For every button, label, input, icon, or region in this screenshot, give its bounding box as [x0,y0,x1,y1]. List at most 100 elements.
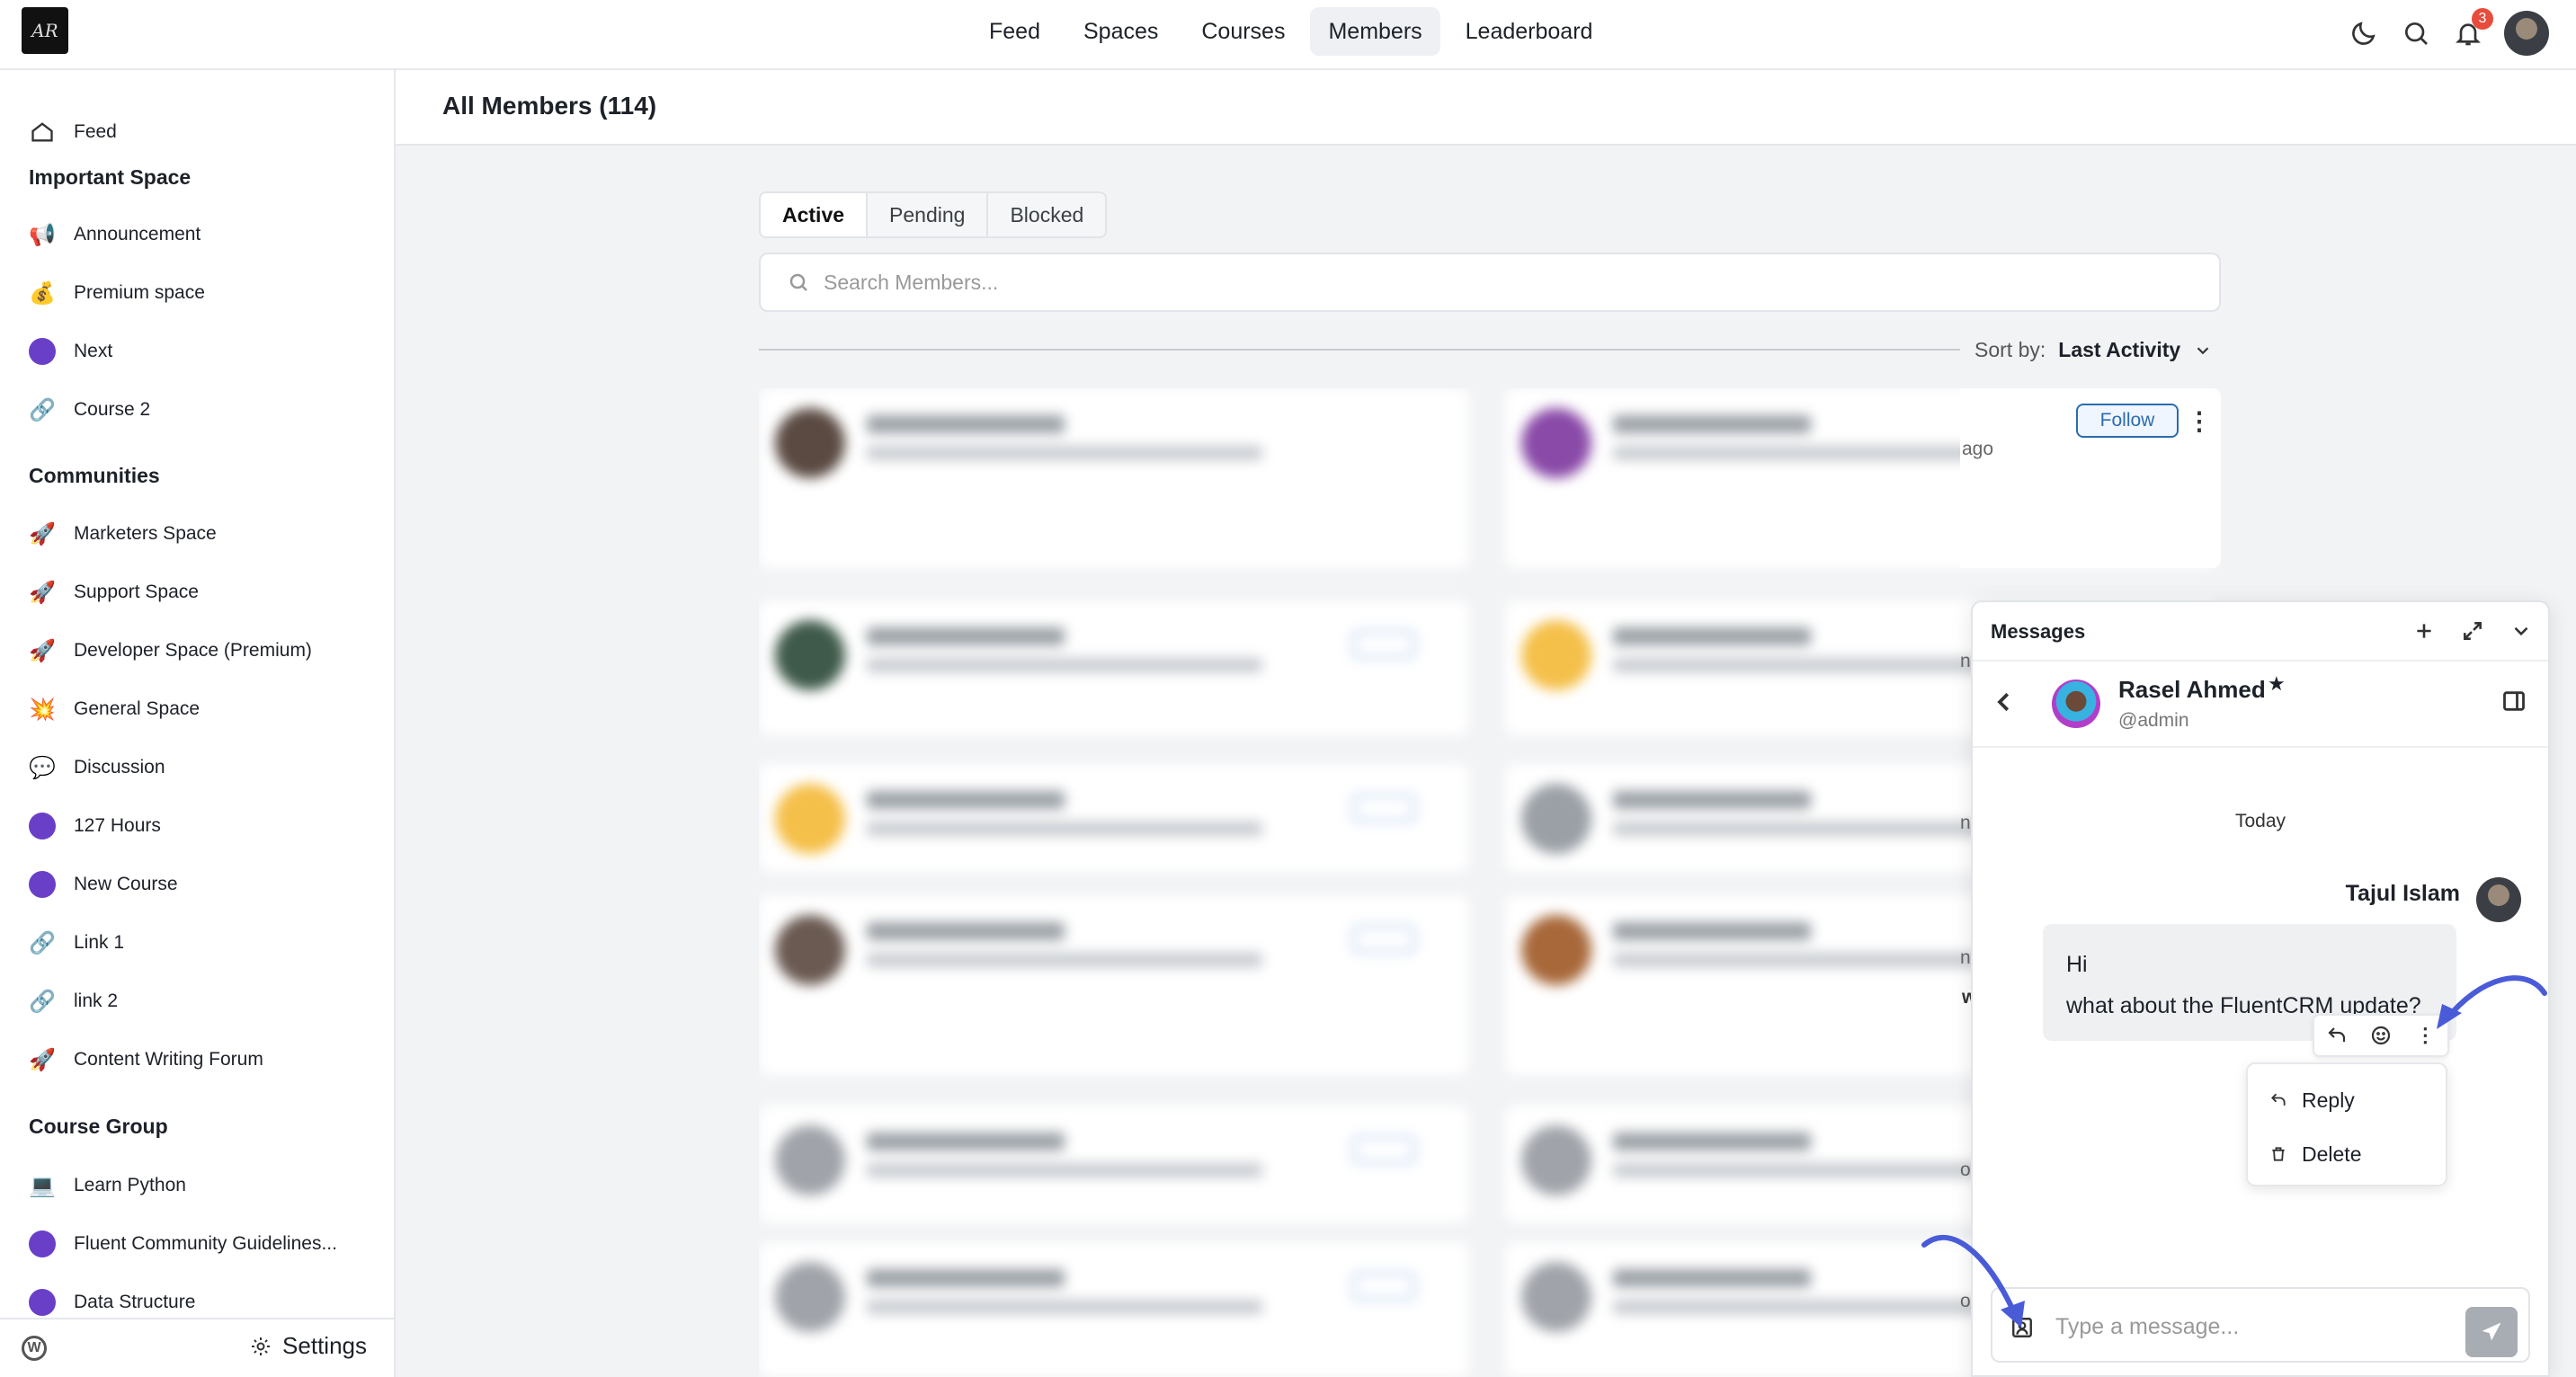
sidebar-item-label: Marketers Space [74,523,217,544]
sidebar-item-label: General Space [74,698,201,719]
link-icon: 🔗 [29,930,56,955]
activity-time: ago [1962,439,1994,459]
sidebar-item-label: 127 Hours [74,815,161,836]
page-title: All Members (114) [442,92,657,120]
star-icon: ★ [2268,672,2286,695]
sidebar: Feed Important Space 📢 Announcement 💰 Prem… [0,70,396,1377]
logo-text: AR [31,20,58,41]
sidebar-item-general-space[interactable]: 💥 General Space [27,687,200,732]
sidebar-item-content-writing-forum[interactable]: 🚀 Content Writing Forum [27,1037,263,1082]
nav-feed[interactable]: Feed [971,7,1058,56]
sidebar-group-heading: Course Group [29,1115,168,1138]
sidebar-item-next[interactable]: Next [27,329,112,374]
purple-dot-icon [27,336,58,367]
trash-icon [2272,1147,2285,1161]
sidebar-item-feed[interactable]: Feed [27,110,117,155]
notification-badge: 3 [2472,8,2493,30]
reply-icon[interactable] [2323,1022,2350,1049]
chevron-down-icon[interactable] [2507,617,2536,645]
site-logo[interactable]: AR [22,7,68,54]
purple-dot-icon [27,1287,58,1318]
sidebar-item-premium-space[interactable]: 💰 Premium space [27,271,205,315]
search-icon[interactable] [2400,17,2432,49]
sidebar-item-label: Fluent Community Guidelines... [74,1233,337,1254]
message-toolbar: ⋮ [2313,1014,2449,1057]
home-icon [27,117,58,147]
sidebar-item-label: Course 2 [74,399,151,420]
sidebar-item-course-2[interactable]: 🔗 Course 2 [27,387,150,432]
menu-item-delete[interactable]: Delete [2269,1136,2361,1172]
page-header: All Members (114) [396,70,2576,146]
sidebar-item-developer-space[interactable]: 🚀 Developer Space (Premium) [27,628,312,673]
wordpress-icon[interactable]: W [22,1336,47,1361]
sidebar-item-announcement[interactable]: 📢 Announcement [27,212,201,257]
menu-item-reply[interactable]: Reply [2269,1082,2355,1118]
sidebar-item-marketers-space[interactable]: 🚀 Marketers Space [27,511,217,556]
top-actions: 3 [2348,8,2549,58]
send-button[interactable] [2465,1307,2518,1357]
more-options-icon[interactable]: ⋮ [2187,406,2212,436]
sender-avatar [2476,877,2521,922]
speech-bubble-icon: 💬 [29,755,56,780]
sidebar-item-support-space[interactable]: 🚀 Support Space [27,570,199,615]
sidebar-item-guidelines[interactable]: Fluent Community Guidelines... [27,1222,337,1266]
member-search [759,253,2221,312]
tab-blocked[interactable]: Blocked [988,193,1105,236]
sidebar-item-127-hours[interactable]: 127 Hours [27,804,161,848]
nav-leaderboard[interactable]: Leaderboard [1448,7,1611,56]
messages-actions [2410,617,2536,645]
expand-icon[interactable] [2458,617,2487,645]
sidebar-item-label: Discussion [74,757,165,777]
sidebar-item-label: Developer Space (Premium) [74,640,312,661]
sidebar-item-link-2[interactable]: 🔗 link 2 [27,979,118,1024]
tab-active[interactable]: Active [761,193,869,236]
member-card [759,388,1469,568]
plus-icon[interactable] [2410,617,2438,645]
message-line: Hi [2066,952,2088,977]
search-icon [789,273,807,291]
settings-link[interactable]: Settings [250,1332,367,1360]
date-separator: Today [2234,811,2286,831]
back-arrow-icon[interactable] [1991,688,2019,717]
nav-courses[interactable]: Courses [1183,7,1303,56]
sidebar-item-link-1[interactable]: 🔗 Link 1 [27,920,124,965]
tab-pending[interactable]: Pending [868,193,989,236]
emoji-icon[interactable] [2367,1022,2394,1049]
sidebar-item-label: Announcement [74,224,201,244]
sidebar-item-discussion[interactable]: 💬 Discussion [27,745,165,790]
nav-spaces[interactable]: Spaces [1065,7,1176,56]
chevron-down-icon [2197,346,2209,354]
sidebar-item-learn-python[interactable]: 💻 Learn Python [27,1163,186,1208]
sidebar-item-label: Feed [74,121,117,142]
user-avatar[interactable] [2504,11,2549,56]
nav-members[interactable]: Members [1310,7,1440,56]
link-icon: 🔗 [29,397,56,422]
dark-mode-icon[interactable] [2348,17,2380,49]
more-options-icon[interactable]: ⋮ [2411,1022,2438,1049]
sidebar-item-label: Support Space [74,582,199,602]
messages-panel: Messages Rasel Ahmed ★ @admin Today Taju… [1971,600,2550,1377]
image-upload-icon[interactable] [2010,1316,2036,1341]
message-input[interactable] [2055,1309,2442,1345]
sidebar-group-heading: Important Space [29,165,192,189]
laptop-icon: 💻 [29,1173,56,1198]
sidebar-item-new-course[interactable]: New Course [27,862,178,907]
gear-icon [252,1337,271,1355]
sidebar-toggle-icon[interactable] [2501,688,2530,717]
follow-button[interactable]: Follow [2076,404,2179,438]
settings-label: Settings [282,1332,367,1359]
sort-label: Sort by: [1974,338,2046,361]
top-navbar: AR Feed Spaces Courses Members Leaderboa… [0,0,2576,70]
purple-dot-icon [27,811,58,841]
sidebar-item-label: link 2 [74,991,119,1011]
rocket-icon: 🚀 [29,638,56,663]
sort-dropdown[interactable]: Sort by: Last Activity [1974,338,2213,362]
rocket-icon: 🚀 [29,1047,56,1072]
contact-avatar[interactable] [2052,680,2100,728]
member-status-tabs: Active Pending Blocked [759,191,1108,238]
message-actions-menu: Reply Delete [2246,1062,2447,1186]
bell-icon[interactable]: 3 [2452,8,2493,49]
sidebar-item-label: Next [74,341,113,361]
search-input[interactable] [824,270,2082,295]
sidebar-item-label: New Course [74,874,178,894]
